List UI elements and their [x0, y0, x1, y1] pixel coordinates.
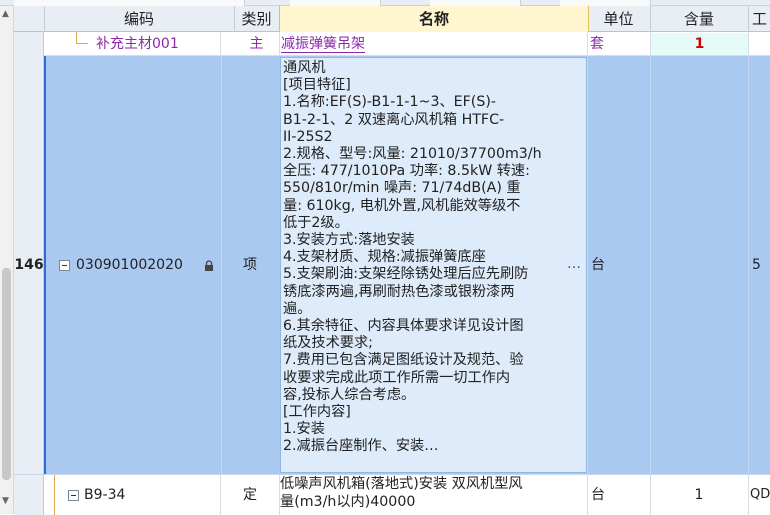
header-code[interactable]: 编码 [44, 6, 235, 32]
collapse-icon[interactable] [68, 490, 79, 501]
row-number-cell[interactable] [14, 475, 44, 515]
desc-line: 3.安装方式:落地安装 [283, 232, 415, 249]
grid-line [748, 475, 749, 515]
desc-line: II-25S2 [283, 128, 333, 145]
desc-line: 2.规格、型号:风量: 21010/37700m3/h [283, 146, 542, 163]
desc-line: 收要求完成此项工作所需一切工作内 [283, 369, 511, 386]
cell-unit[interactable]: 台 [591, 485, 605, 505]
header-rownum [14, 6, 45, 32]
lock-icon [205, 260, 213, 271]
grid-line [221, 56, 222, 474]
desc-line: 低于2级。 [283, 214, 349, 231]
desc-line: 锈底漆两遍,再刷耐热色漆或银粉漆两 [283, 283, 515, 300]
grid-line [220, 475, 221, 515]
cell-name-description[interactable]: 通风机 [项目特征] 1.名称:EF(S)-B1-1-1~3、EF(S)- B1… [280, 57, 587, 473]
cell-category[interactable]: 主 [234, 33, 279, 55]
cell-category[interactable]: 项 [220, 255, 280, 275]
cell-quantity[interactable]: 1 [651, 33, 748, 55]
grid-line [650, 32, 651, 56]
row-number: 146 [14, 257, 44, 273]
scrollbar-thumb[interactable] [2, 268, 11, 480]
desc-line: 纸及技术要求; [283, 335, 373, 352]
desc-line: B1-2-1、2 双速离心风机箱 HTFC- [283, 111, 505, 128]
cell-name[interactable]: 减振弹簧吊架 [281, 33, 365, 53]
header-category[interactable]: 类别 [234, 6, 280, 32]
desc-line: 全压: 477/1010Pa 功率: 8.5kW 转速: [283, 163, 530, 180]
desc-line: 量: 610kg, 电机外置,风机能效等级不 [283, 197, 521, 214]
desc-line: 4.支架材质、规格:减振弹簧底座 [283, 249, 486, 266]
grid-line [220, 32, 221, 56]
table-header: 编码 类别 名称 单位 含量 工 [14, 6, 770, 32]
grid-line [587, 32, 588, 56]
cell-name[interactable]: 低噪声风机箱(落地式)安装 双风机型风 量(m3/h以内)40000 [280, 476, 587, 511]
cell-category[interactable]: 定 [220, 485, 280, 505]
scroll-down-icon[interactable]: ▼ [2, 496, 9, 506]
header-name[interactable]: 名称 [279, 6, 589, 32]
header-last[interactable]: 工 [748, 6, 770, 32]
collapse-icon[interactable] [59, 260, 70, 271]
desc-line: 6.其余特征、内容具体要求详见设计图 [283, 318, 524, 335]
row-number-cell[interactable] [14, 32, 44, 56]
grid-line [748, 32, 749, 56]
grid-line [587, 56, 588, 474]
cell-last[interactable]: QDI [750, 485, 770, 505]
table-row[interactable]: B9-34 定 低噪声风机箱(落地式)安装 双风机型风 量(m3/h以内)400… [14, 474, 770, 515]
grid-line [748, 56, 749, 474]
selection-border [44, 56, 46, 474]
cell-unit[interactable]: 套 [590, 33, 604, 55]
grid-line [279, 475, 280, 515]
desc-line: 1.安装 [283, 421, 325, 438]
more-button[interactable]: … [567, 256, 581, 273]
cell-code[interactable]: B9-34 [84, 485, 125, 505]
desc-line: [项目特征] [283, 77, 351, 94]
cell-quantity[interactable]: 5 [752, 255, 761, 275]
vertical-scrollbar[interactable]: ▲ ▼ [0, 6, 14, 514]
grid-line [587, 475, 588, 515]
header-unit[interactable]: 单位 [587, 6, 651, 32]
desc-line: 1.名称:EF(S)-B1-1-1~3、EF(S)- [283, 94, 496, 111]
grid-line [650, 56, 651, 474]
header-quantity[interactable]: 含量 [650, 6, 749, 32]
desc-line: 2.减振台座制作、安装… [283, 438, 439, 455]
scroll-up-icon[interactable]: ▲ [2, 9, 9, 19]
tree-line [76, 43, 88, 44]
cell-quantity[interactable]: 1 [650, 485, 748, 505]
table-row[interactable]: 补充主材001 主 减振弹簧吊架 套 1 [14, 32, 770, 56]
desc-line: 遍。 [283, 300, 312, 317]
desc-line: 容,投标人综合考虑。 [283, 386, 416, 403]
row-number-cell[interactable]: 146 [14, 56, 44, 474]
desc-line: 通风机 [283, 60, 326, 76]
name-line: 量(m3/h以内)40000 [280, 493, 416, 510]
grid-line [650, 475, 651, 515]
cell-code[interactable]: 030901002020 [76, 255, 183, 275]
desc-line: 7.费用已包含满足图纸设计及规范、验 [283, 352, 524, 369]
desc-line: [工作内容] [283, 404, 351, 421]
name-line: 低噪声风机箱(落地式)安装 双风机型风 [280, 476, 523, 492]
desc-line: 5.支架刷油:支架经除锈处理后应先刷防 [283, 266, 529, 283]
cell-code[interactable]: 补充主材001 [96, 33, 179, 55]
desc-line: 550/810r/min 噪声: 71/74dB(A) 重 [283, 180, 521, 197]
cell-unit[interactable]: 台 [591, 255, 605, 275]
tree-line [54, 475, 55, 515]
grid-line [279, 32, 280, 56]
